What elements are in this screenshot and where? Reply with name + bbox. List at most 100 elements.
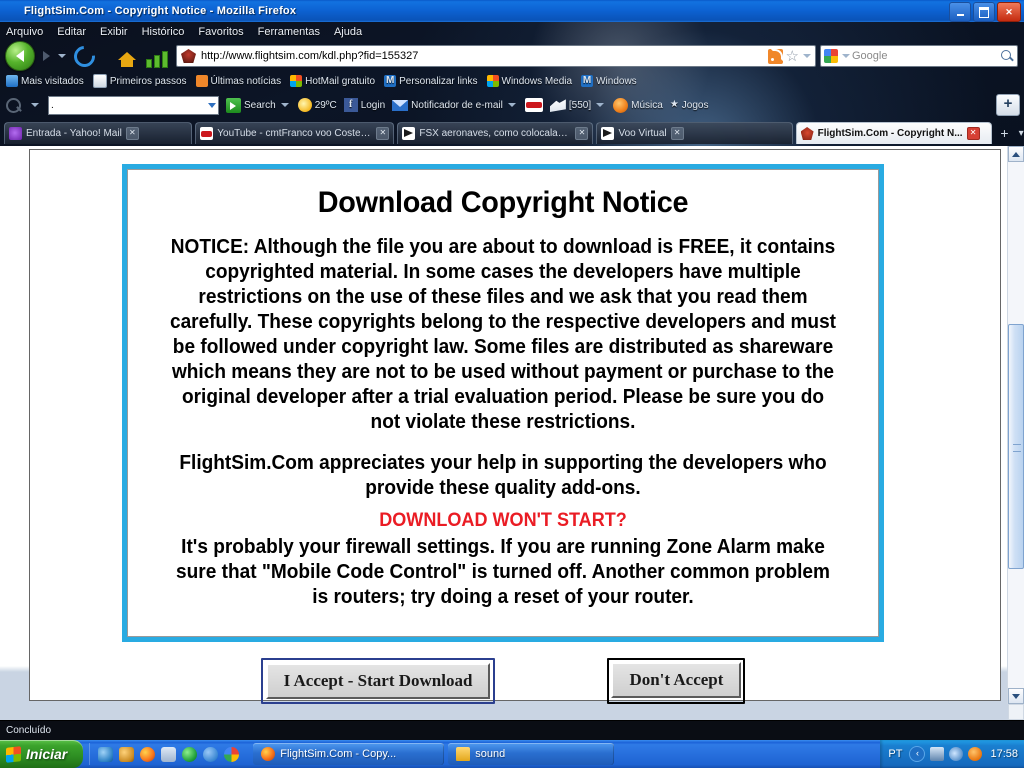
reload-button[interactable] <box>69 41 99 71</box>
toolbar-mail-notifier[interactable]: Notificador de e-mail <box>392 94 518 116</box>
explorer-icon[interactable] <box>161 746 177 762</box>
bookmark-hotmail-gratuito[interactable]: HotMail gratuito <box>290 75 375 87</box>
copyright-notice-inner: Download Copyright Notice NOTICE: Althou… <box>127 169 879 637</box>
chevron-down-icon[interactable] <box>279 94 291 116</box>
clock[interactable]: 17:58 <box>990 748 1018 760</box>
tab-voo-virtual[interactable]: Voo Virtual ✕ <box>596 122 793 144</box>
toolbar-musica[interactable]: Música <box>613 97 663 113</box>
menu-item-historico[interactable]: Histórico <box>142 26 185 38</box>
status-bar: Concluído <box>0 721 1024 740</box>
toolbar-add-button[interactable]: + <box>996 94 1020 116</box>
taskbar-item-sound[interactable]: sound <box>448 743 615 765</box>
signal-bars-icon[interactable] <box>146 44 168 68</box>
google-icon[interactable] <box>824 49 838 63</box>
home-button[interactable] <box>114 44 140 68</box>
show-hidden-icons-button[interactable]: ‹ <box>909 746 926 762</box>
tab-bar: Entrada - Yahoo! Mail ✕ YouTube - cmtFra… <box>0 120 1024 144</box>
search-input[interactable]: Google <box>852 50 1000 62</box>
toolbar-item-label: Notificador de e-mail <box>411 99 503 111</box>
volume-icon[interactable] <box>949 747 964 761</box>
search-icon[interactable] <box>1000 49 1014 63</box>
bookmark-personalizar-links[interactable]: M Personalizar links <box>384 75 478 87</box>
firefox-icon[interactable] <box>140 746 156 762</box>
youtube-icon <box>200 127 214 140</box>
windows-icon <box>486 75 499 87</box>
messenger-icon <box>549 99 566 112</box>
rss-icon[interactable] <box>767 48 783 64</box>
update-icon[interactable] <box>968 747 983 761</box>
bookmarks-toolbar: Mais visitados Primeiros passos Últimas … <box>0 71 1024 91</box>
window-controls: ✕ <box>949 2 1021 22</box>
search-icon[interactable] <box>203 746 219 762</box>
url-bar[interactable]: http://www.flightsim.com/kdl.php?fid=155… <box>176 45 816 67</box>
tab-yahoo-mail[interactable]: Entrada - Yahoo! Mail ✕ <box>4 122 193 144</box>
language-indicator[interactable]: PT <box>888 748 902 760</box>
menu-item-ferramentas[interactable]: Ferramentas <box>258 26 320 38</box>
menu-item-exibir[interactable]: Exibir <box>100 26 128 38</box>
chrome-icon[interactable] <box>224 746 240 762</box>
toolbar-jogos[interactable]: ★ Jogos <box>670 100 709 111</box>
list-all-tabs-button[interactable]: ▾ <box>1014 124 1024 144</box>
chevron-down-icon[interactable] <box>208 102 216 108</box>
tab-fsx-aeronaves[interactable]: FSX aeronaves, como colocalas n... ✕ <box>397 122 594 144</box>
toolbar-item-label: Música <box>631 99 663 111</box>
minimize-button[interactable] <box>949 2 971 22</box>
scroll-down-button[interactable] <box>1008 688 1024 704</box>
menu-bar: Arquivo Editar Exibir Histórico Favorito… <box>0 23 362 41</box>
notice-paragraph-2: FlightSim.Com appreciates your help in s… <box>179 451 827 499</box>
bookmark-mais-visitados[interactable]: Mais visitados <box>6 75 84 87</box>
menu-item-editar[interactable]: Editar <box>57 26 86 38</box>
tab-close-icon[interactable]: ✕ <box>966 127 980 140</box>
msn-icon[interactable] <box>182 746 198 762</box>
bookmark-primeiros-passos[interactable]: Primeiros passos <box>92 74 187 88</box>
url-dropdown-icon[interactable] <box>801 45 813 67</box>
search-engine-chevron-icon[interactable] <box>840 45 852 67</box>
menu-item-arquivo[interactable]: Arquivo <box>6 26 43 38</box>
menu-item-ajuda[interactable]: Ajuda <box>334 26 362 38</box>
tab-close-icon[interactable]: ✕ <box>125 127 139 140</box>
close-button[interactable]: ✕ <box>997 2 1021 22</box>
vertical-scrollbar[interactable] <box>1007 146 1024 704</box>
chevron-down-icon[interactable] <box>594 94 606 116</box>
toolbar-youtube[interactable] <box>524 98 543 112</box>
tab-close-icon[interactable]: ✕ <box>575 127 589 140</box>
task-buttons: FlightSim.Com - Copy... sound <box>253 743 615 765</box>
tab-youtube[interactable]: YouTube - cmtFranco voo Costell... ✕ <box>195 122 395 144</box>
yahoo-icon <box>9 127 22 140</box>
toolbar-facebook-login[interactable]: f Login <box>343 98 386 112</box>
toolbar-search-input[interactable]: . <box>48 95 219 115</box>
bookmark-windows[interactable]: M Windows <box>581 75 637 87</box>
taskbar-item-flightsim[interactable]: FlightSim.Com - Copy... <box>253 743 445 765</box>
accept-button-focus-ring: I Accept - Start Download <box>260 658 496 704</box>
tab-close-icon[interactable]: ✕ <box>376 127 390 140</box>
chevron-down-icon[interactable] <box>56 45 68 67</box>
status-text: Concluído <box>6 725 52 736</box>
accept-start-download-button[interactable]: I Accept - Start Download <box>265 663 491 699</box>
toolbar-search-button[interactable]: Search <box>226 94 291 116</box>
vertical-scroll-thumb[interactable] <box>1008 324 1024 569</box>
media-icon[interactable] <box>119 746 135 762</box>
bookmark-ultimas-noticias[interactable]: Últimas notícias <box>195 75 281 87</box>
tab-close-icon[interactable]: ✕ <box>670 127 684 140</box>
chevron-down-icon[interactable] <box>506 94 518 116</box>
forward-button[interactable] <box>36 45 56 67</box>
dont-accept-button[interactable]: Don't Accept <box>611 662 742 698</box>
back-button[interactable] <box>5 41 35 71</box>
toolbar-weather[interactable]: 29ºC <box>297 98 337 112</box>
toolbar-item-label: Login <box>360 99 386 111</box>
bookmark-label: Windows <box>596 75 637 87</box>
new-tab-button[interactable]: + <box>995 124 1015 144</box>
search-bar[interactable]: Google <box>820 45 1018 67</box>
bookmark-windows-media[interactable]: Windows Media <box>486 75 572 87</box>
restore-button[interactable] <box>973 2 995 22</box>
network-icon[interactable] <box>930 747 945 761</box>
toolbar-chevron-icon[interactable] <box>29 94 41 116</box>
toolbar-messenger[interactable]: [550] <box>549 94 606 116</box>
menu-item-favoritos[interactable]: Favoritos <box>198 26 243 38</box>
start-button[interactable]: Iniciar <box>0 740 84 768</box>
show-desktop-icon[interactable] <box>98 746 114 762</box>
url-input[interactable]: http://www.flightsim.com/kdl.php?fid=155… <box>201 50 768 62</box>
tab-flightsim-copyright[interactable]: FlightSim.Com - Copyright N... ✕ <box>795 122 992 144</box>
scroll-up-button[interactable] <box>1008 146 1024 162</box>
star-icon[interactable]: ☆ <box>786 49 799 64</box>
